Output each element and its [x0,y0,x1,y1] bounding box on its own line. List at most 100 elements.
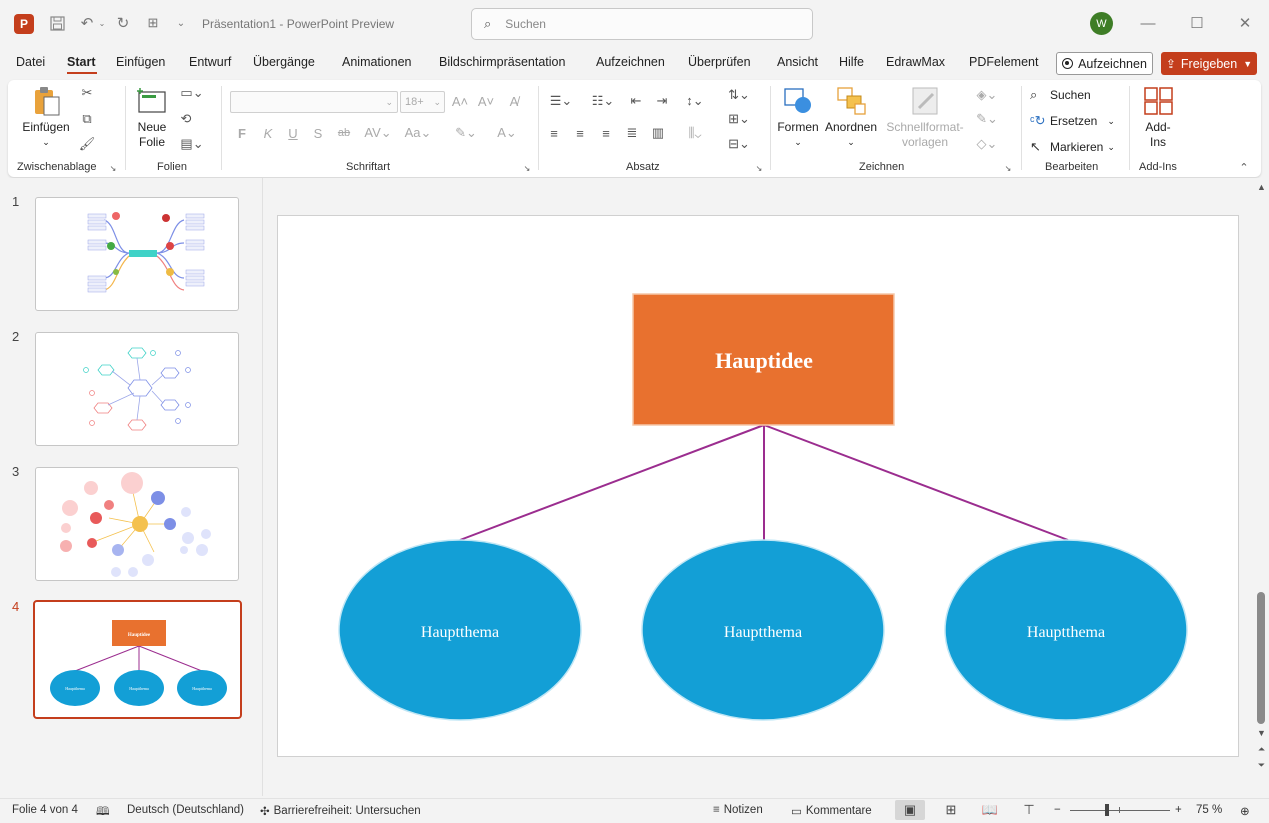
section-icon[interactable]: ▤⌄ [178,136,206,151]
connector-line-left[interactable] [459,424,765,541]
tab-bildschirmpraesentation[interactable]: Bildschirmpräsentation [439,55,565,69]
scroll-up-icon[interactable]: ▲ [1256,182,1267,192]
accessibility-button[interactable]: ✣ Barrierefreiheit: Untersuchen [260,804,421,818]
shadow-button[interactable]: S [310,126,326,141]
clear-formatting-icon[interactable]: A̸ [506,94,522,109]
align-left-icon[interactable]: ≡ [546,126,562,141]
collapse-ribbon-icon[interactable]: ⌃ [1236,160,1252,174]
text-direction-icon[interactable]: ⇅⌄ [724,87,754,102]
save-icon[interactable] [48,13,66,33]
tab-edrawmax[interactable]: EdrawMax [886,55,945,69]
tab-einfuegen[interactable]: Einfügen [116,55,165,69]
drawing-launcher-icon[interactable]: ↘ [1003,163,1013,173]
bullets-icon[interactable]: ☰⌄ [546,93,576,108]
replace-button[interactable]: ᶜ↻ Ersetzen ⌄ [1030,113,1115,129]
minimize-icon[interactable]: — [1138,12,1158,34]
reading-view-icon[interactable]: 📖 [975,800,1005,820]
add-ins-button[interactable]: Add- Ins [1138,86,1178,150]
new-slide-button[interactable]: Neue Folie [132,86,172,150]
search-input[interactable]: ⌕ Suchen [471,8,813,40]
slide-sorter-icon[interactable]: ⊞ [936,800,966,820]
character-spacing-icon[interactable]: AV⌄ [363,125,393,140]
tab-hilfe[interactable]: Hilfe [839,55,864,69]
scroll-down-icon[interactable]: ▼ [1256,728,1267,738]
record-button[interactable]: Aufzeichnen [1056,52,1153,75]
format-painter-icon[interactable]: 🖌 [79,136,96,151]
share-button[interactable]: ⇪ Freigeben ▼ [1161,52,1257,75]
font-color-icon[interactable]: A⌄ [492,125,522,140]
tab-animationen[interactable]: Animationen [342,55,412,69]
layout-icon[interactable]: ▭⌄ [178,85,206,100]
font-launcher-icon[interactable]: ↘ [522,163,532,173]
slide-thumbnail-2[interactable] [35,332,239,446]
undo-dropdown-icon[interactable]: ⌄ [97,15,107,31]
tab-ansicht[interactable]: Ansicht [777,55,818,69]
decrease-indent-icon[interactable]: ⇤ [628,93,644,108]
connector-line-right[interactable] [763,424,1069,541]
maximize-icon[interactable]: ☐ [1187,12,1207,34]
numbering-icon[interactable]: ☷⌄ [588,93,618,108]
shape-fill-icon[interactable]: ◈⌄ [972,87,1002,102]
slide-thumbnail-3[interactable] [35,467,239,581]
quick-styles-button[interactable]: Schnellformat- vorlagen [882,86,968,150]
justify-icon[interactable]: ≣ [624,125,640,140]
shape-outline-icon[interactable]: ✎⌄ [972,111,1002,126]
tab-uebergaenge[interactable]: Übergänge [253,55,315,69]
redo-icon[interactable]: ↻ [114,13,132,33]
zoom-level[interactable]: 75 % [1196,804,1222,816]
normal-view-icon[interactable]: ▣ [895,800,925,820]
paragraph-launcher-icon[interactable]: ↘ [754,163,764,173]
language-indicator[interactable]: Deutsch (Deutschland) [127,804,244,816]
arrange-button[interactable]: Anordnen ⌄ [823,86,879,150]
tab-start[interactable]: Start [67,55,95,69]
slide-thumbnail-1[interactable] [35,197,239,311]
zoom-slider[interactable] [1070,810,1170,811]
select-button[interactable]: ↖ Markieren ⌄ [1030,139,1115,155]
topic-shape-2[interactable]: Hauptthema [641,539,885,721]
line-spacing-icon[interactable]: ↕⌄ [680,93,710,108]
close-icon[interactable]: ✕ [1235,12,1255,34]
shapes-button[interactable]: Formen ⌄ [774,86,822,150]
slide-thumbnail-4[interactable]: Hauptidee Hauptthema Hauptthema Hauptthe… [33,600,242,719]
find-button[interactable]: ⌕ Suchen [1030,87,1091,103]
notes-button[interactable]: ≡ Notizen [713,804,763,816]
main-idea-shape[interactable]: Hauptidee [632,293,895,426]
shape-effects-icon[interactable]: ◇⌄ [972,136,1002,151]
slide-canvas[interactable]: Hauptidee Hauptthema Hauptthema Hauptthe… [277,215,1239,757]
zoom-out-button[interactable]: − [1054,804,1061,816]
reset-icon[interactable]: ⟲ [178,111,194,126]
clipboard-launcher-icon[interactable]: ↘ [108,163,118,173]
cut-icon[interactable]: ✂ [79,85,95,100]
zoom-slider-handle[interactable] [1105,804,1109,816]
previous-slide-icon[interactable]: ⏶ [1256,744,1267,755]
bold-button[interactable]: F [234,126,250,141]
next-slide-icon[interactable]: ⏷ [1256,760,1267,771]
tab-datei[interactable]: Datei [16,55,45,69]
highlight-color-icon[interactable]: ✎⌄ [451,125,481,140]
align-right-icon[interactable]: ≡ [598,126,614,141]
slideshow-icon[interactable]: ⊤ [1014,800,1044,820]
font-family-combo[interactable]: ⌄ [230,91,398,113]
undo-icon[interactable]: ↶ [78,13,96,33]
comments-button[interactable]: ▭ Kommentare [791,804,872,818]
topic-shape-3[interactable]: Hauptthema [944,539,1188,721]
italic-button[interactable]: K [260,126,276,141]
zoom-in-button[interactable]: + [1175,804,1182,816]
align-center-icon[interactable]: ≡ [572,126,588,141]
tab-entwurf[interactable]: Entwurf [189,55,231,69]
tab-pdfelement[interactable]: PDFelement [969,55,1038,69]
scrollbar-thumb[interactable] [1257,592,1265,724]
distributed-icon[interactable]: ▥ [650,125,666,140]
topic-shape-1[interactable]: Hauptthema [338,539,582,721]
columns-icon[interactable]: ⫼⌄ [680,125,710,140]
tab-aufzeichnen[interactable]: Aufzeichnen [596,55,665,69]
decrease-font-icon[interactable]: A˅ [478,94,494,109]
user-avatar[interactable]: W [1090,12,1113,35]
increase-indent-icon[interactable]: ⇥ [654,93,670,108]
tab-ueberpruefen[interactable]: Überprüfen [688,55,751,69]
present-from-start-icon[interactable]: ⊞ [144,13,162,33]
fit-to-window-icon[interactable]: ⊕ [1240,804,1250,818]
smartart-icon[interactable]: ⊟⌄ [724,136,754,151]
underline-button[interactable]: U [285,126,301,141]
increase-font-icon[interactable]: A˄ [452,94,468,109]
